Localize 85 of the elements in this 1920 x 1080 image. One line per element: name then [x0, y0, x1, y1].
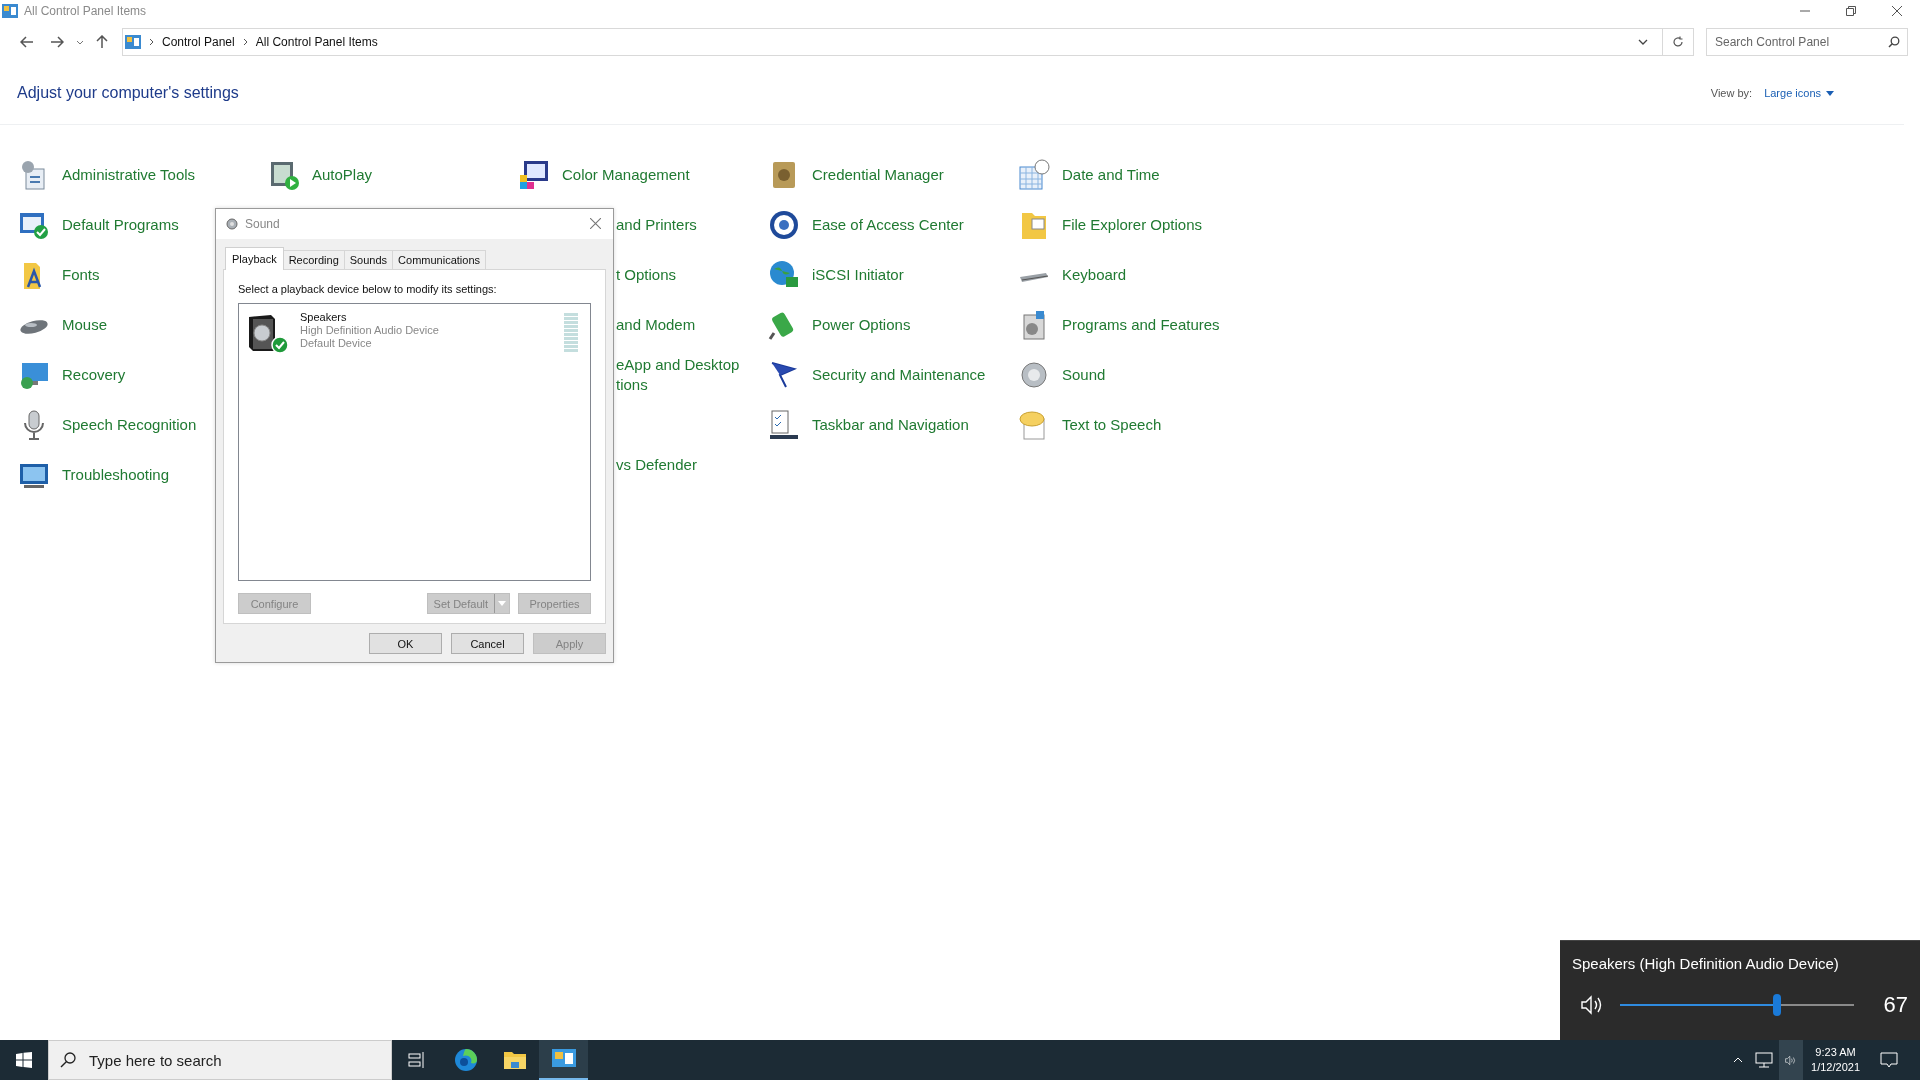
search-field[interactable]: Search Control Panel [1706, 28, 1908, 56]
volume-value: 67 [1882, 992, 1908, 1018]
settings-item-link[interactable]: Credential Manager [812, 165, 944, 185]
volume-button[interactable] [1779, 1040, 1804, 1080]
close-icon [589, 217, 601, 229]
speaker-icon [226, 218, 238, 230]
breadcrumb-item[interactable]: All Control Panel Items [255, 35, 378, 49]
checklist-icon[interactable] [768, 409, 800, 441]
settings-item-link[interactable]: eApp and Desktop tions [616, 355, 740, 395]
settings-item-link[interactable]: Programs and Features [1062, 315, 1220, 335]
breadcrumb-item[interactable]: Control Panel [162, 35, 235, 49]
network-icon[interactable] [1755, 1052, 1774, 1068]
clock-date[interactable]: 1/12/2021 [1811, 1060, 1860, 1075]
calendar-clock-icon[interactable] [1018, 159, 1050, 191]
settings-item-link[interactable]: and Printers [616, 215, 697, 235]
chevron-right-icon [242, 38, 248, 46]
refresh-icon [1672, 36, 1684, 48]
settings-item-link[interactable]: Date and Time [1062, 165, 1160, 185]
chevron-down-icon[interactable] [1638, 39, 1648, 45]
forward-arrow-icon[interactable] [50, 36, 64, 48]
browser-icon [453, 1048, 478, 1072]
search-field[interactable]: Type here to search [48, 1040, 392, 1080]
tab[interactable]: Communications [392, 250, 486, 269]
dialog-title: Sound [245, 217, 280, 231]
caret-icon [1826, 90, 1834, 96]
control-panel-icon [125, 35, 141, 49]
view-by-dropdown[interactable]: Large icons [1764, 87, 1834, 99]
settings-item-link[interactable]: Taskbar and Navigation [812, 415, 969, 435]
settings-item-link[interactable]: Ease of Access Center [812, 215, 964, 235]
settings-item-link[interactable]: Mouse [62, 315, 108, 335]
tab[interactable]: Recording [282, 250, 345, 269]
up-arrow-icon[interactable] [96, 35, 108, 49]
control-panel-icon [551, 1049, 576, 1069]
task-view-icon [407, 1052, 426, 1068]
caret-icon [498, 601, 506, 606]
settings-item-link[interactable]: iSCSI Initiator [812, 265, 904, 285]
settings-item-link[interactable]: and Modem [616, 315, 696, 335]
settings-item-link[interactable]: Keyboard [1062, 265, 1127, 285]
view-by-label: View by: [1710, 87, 1753, 99]
window-title: All Control Panel Items [24, 4, 147, 18]
speaker-icon[interactable] [1580, 995, 1604, 1015]
settings-item-link[interactable]: Speech Recognition [62, 415, 197, 435]
dialog-button[interactable]: Cancel [451, 633, 524, 654]
device-status: Default Device [300, 337, 373, 350]
settings-item-link[interactable]: t Options [616, 265, 677, 285]
settings-item-link[interactable]: Recovery [62, 365, 126, 385]
level-meter-icon [564, 313, 578, 353]
settings-item-link[interactable]: vs Defender [616, 455, 697, 475]
windows-logo-icon [16, 1052, 32, 1068]
settings-item-link[interactable]: Sound [1062, 365, 1106, 385]
instruction-text: Select a playback device below to modify its settings: [238, 283, 498, 295]
back-arrow-icon[interactable] [20, 36, 34, 48]
folder-icon [502, 1050, 527, 1070]
address-bar[interactable]: Control Panel All Control Panel Items [122, 28, 1662, 56]
accessibility-icon[interactable] [768, 209, 800, 241]
clock-time[interactable]: 9:23 AM [1815, 1045, 1856, 1060]
dialog-button[interactable]: OK [369, 633, 442, 654]
settings-item-link[interactable]: Text to Speech [1062, 415, 1162, 435]
settings-item-link[interactable]: Power Options [812, 315, 911, 335]
control-panel-button[interactable] [539, 1040, 588, 1080]
settings-item-link[interactable]: AutoPlay [312, 165, 373, 185]
chevron-right-icon [149, 38, 154, 46]
page-heading: Adjust your computer's settings [17, 84, 239, 102]
restore-icon [1846, 6, 1856, 16]
chevron-up-icon[interactable] [1733, 1057, 1744, 1063]
device-item[interactable]: Speakers High Definition Audio Device Default Device [247, 311, 582, 355]
chevron-down-icon[interactable] [76, 39, 84, 45]
tab[interactable]: Playback [225, 247, 284, 270]
settings-item-link[interactable]: Security and Maintenance [812, 365, 986, 385]
settings-item-link[interactable]: Color Management [562, 165, 690, 185]
settings-item-link[interactable]: Troubleshooting [62, 465, 169, 485]
refresh-button[interactable] [1662, 28, 1694, 56]
settings-item-link[interactable]: File Explorer Options [1062, 215, 1203, 235]
settings-item-link[interactable]: Administrative Tools [62, 165, 196, 185]
settings-item-link[interactable]: Default Programs [62, 215, 179, 235]
color-monitor-icon[interactable] [518, 159, 550, 191]
device-name: Speakers [300, 311, 348, 324]
device-description: High Definition Audio Device [300, 324, 440, 337]
volume-slider[interactable] [1620, 994, 1854, 1016]
media-play-icon[interactable] [268, 159, 300, 191]
close-icon [1892, 6, 1902, 16]
settings-item-link[interactable]: Fonts [62, 265, 100, 285]
device-name: Speakers (High Definition Audio Device) [1572, 955, 1840, 972]
notification-icon[interactable] [1880, 1052, 1898, 1068]
search-icon [1888, 36, 1900, 48]
